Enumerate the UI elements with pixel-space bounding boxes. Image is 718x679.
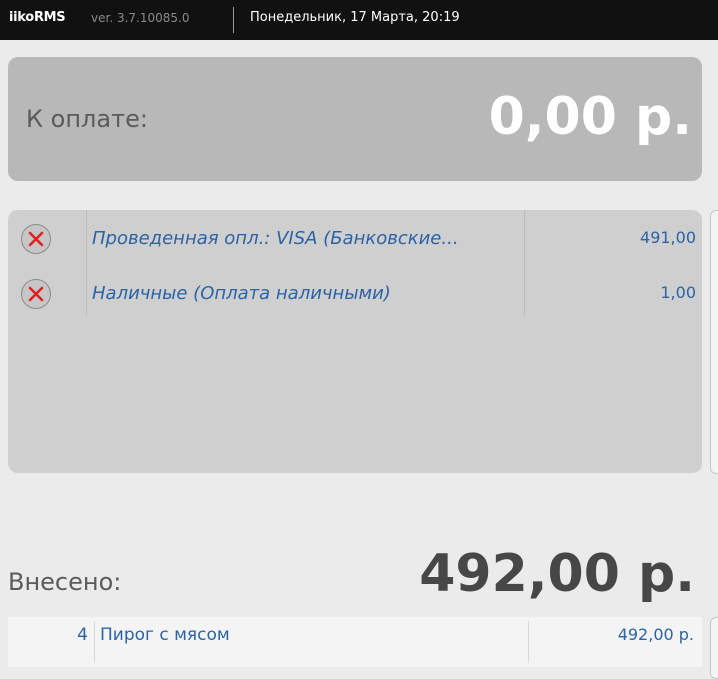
item-name: Пирог с мясом <box>100 625 230 645</box>
paid-amount: 492,00 р. <box>419 544 695 604</box>
item-quantity: 4 <box>77 625 88 645</box>
payment-amount: 1,00 <box>660 283 696 302</box>
payment-row[interactable]: Наличные (Оплата наличными) 1,00 <box>8 279 702 317</box>
close-icon <box>28 286 44 302</box>
title-separator <box>233 7 234 33</box>
close-icon <box>28 231 44 247</box>
current-datetime: Понедельник, 17 Марта, 20:19 <box>250 10 460 25</box>
side-panel-edge[interactable] <box>710 210 718 474</box>
column-divider <box>94 621 95 663</box>
item-price: 492,00 р. <box>617 625 694 644</box>
app-version: ver. 3.7.10085.0 <box>91 11 190 25</box>
payment-amount: 491,00 <box>640 228 696 247</box>
payments-list: Проведенная опл.: VISA (Банковские... 49… <box>8 210 702 473</box>
paid-label: Внесено: <box>8 568 122 596</box>
amount-due-label: К оплате: <box>26 105 148 133</box>
side-panel-edge[interactable] <box>710 617 718 679</box>
remove-payment-button[interactable] <box>21 279 51 309</box>
payment-name[interactable]: Наличные (Оплата наличными) <box>92 283 512 304</box>
column-divider <box>528 621 529 663</box>
title-bar: iikoRMS ver. 3.7.10085.0 Понедельник, 17… <box>0 0 718 40</box>
app-name: iikoRMS <box>9 10 66 25</box>
amount-due-panel: К оплате: 0,00 р. <box>8 57 702 181</box>
amount-due-value: 0,00 р. <box>488 87 692 147</box>
order-item-row[interactable]: 4 Пирог с мясом 492,00 р. <box>8 617 702 667</box>
payment-row[interactable]: Проведенная опл.: VISA (Банковские... 49… <box>8 224 702 262</box>
remove-payment-button[interactable] <box>21 224 51 254</box>
payment-name[interactable]: Проведенная опл.: VISA (Банковские... <box>92 228 512 249</box>
